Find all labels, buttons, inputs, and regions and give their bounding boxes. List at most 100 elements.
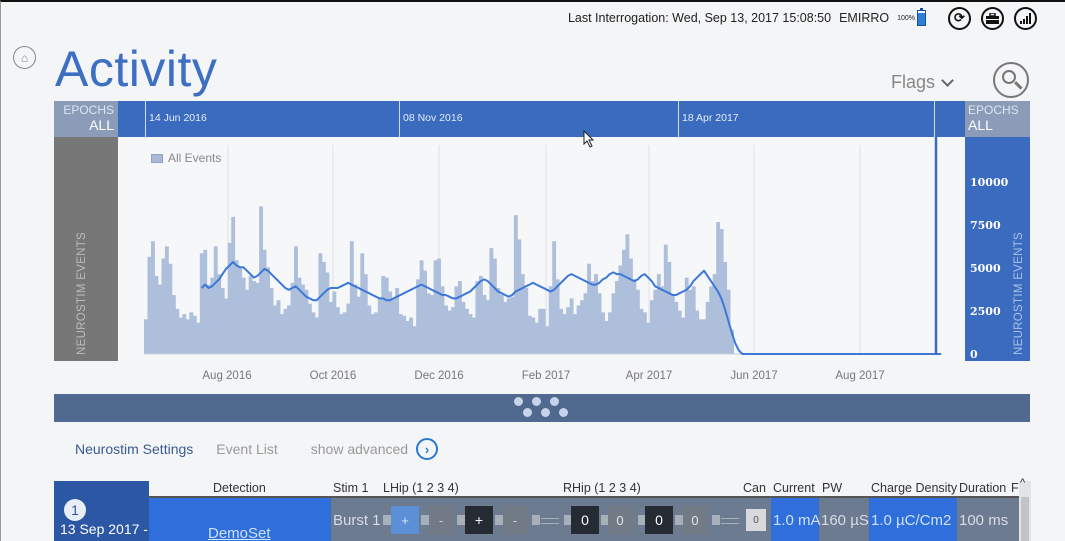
event-bar [716, 222, 721, 354]
column-header-lhip: LHip (1 2 3 4) [383, 481, 459, 495]
epochs-all-right-button[interactable]: EPOCHS ALL [965, 101, 1030, 137]
grip-dot [514, 397, 523, 406]
scrollbar-thumb[interactable] [1021, 497, 1029, 541]
event-bar [489, 248, 494, 354]
epochs-all-left-button[interactable]: EPOCHS ALL [54, 101, 118, 137]
event-bar [321, 261, 326, 354]
event-bar [621, 249, 626, 354]
event-bar [430, 294, 434, 354]
event-bar [255, 282, 260, 354]
column-header-charge-density: Charge Density [871, 481, 958, 495]
signal-icon[interactable] [1014, 6, 1037, 30]
last-interrogation: Last Interrogation: Wed, Sep 13, 2017 15… [567, 11, 832, 25]
rhip-contact-1[interactable]: 0 [571, 506, 599, 534]
contact-separator [421, 515, 429, 525]
rhip-slider[interactable] [712, 515, 740, 525]
right-y-axis-label: NEUROSTIM EVENTS [1013, 231, 1025, 355]
show-advanced-label: show advanced [310, 441, 409, 457]
tab-neurostim-settings[interactable]: Neurostim Settings [75, 441, 193, 457]
event-bar [144, 319, 148, 354]
event-bar [171, 294, 176, 354]
event-bar [663, 244, 668, 354]
battery-icon [917, 8, 926, 26]
event-bar [409, 317, 414, 354]
event-bar [639, 308, 644, 354]
flags-dropdown[interactable]: Flags [891, 72, 954, 93]
epoch-segment[interactable]: 08 Nov 2016 [399, 101, 678, 137]
event-bar [363, 274, 368, 354]
toolbox-glyph [986, 12, 999, 24]
event-bar [217, 274, 222, 354]
event-bar [559, 308, 564, 354]
event-bar [433, 260, 438, 354]
can-value[interactable]: 0 [746, 509, 766, 531]
event-bar [552, 241, 557, 354]
epoch-segment[interactable]: 18 Apr 2017 [678, 101, 934, 137]
status-bar: Last Interrogation: Wed, Sep 13, 2017 15… [568, 6, 1037, 30]
activity-chart[interactable] [118, 137, 965, 361]
event-bar [447, 310, 452, 354]
event-bar [653, 289, 658, 354]
sync-icon[interactable]: ⟳ [948, 6, 971, 30]
x-tick-label: Apr 2017 [625, 370, 673, 382]
event-bar [325, 272, 330, 354]
column-header-detection: Detection [213, 481, 266, 495]
event-bar [182, 314, 187, 354]
event-bar [318, 253, 323, 354]
event-bar [695, 310, 700, 354]
show-advanced-toggle[interactable]: show advanced › [310, 438, 439, 460]
event-bar [273, 305, 277, 354]
lhip-contact-2[interactable]: - [429, 506, 453, 534]
program-row-header[interactable]: 1 13 Sep 2017 - [54, 481, 149, 541]
lhip-contact-1[interactable]: + [391, 506, 419, 534]
legend-label: All Events [168, 151, 222, 165]
search-button[interactable] [993, 62, 1029, 98]
current-value: 1.0 mA [773, 512, 821, 529]
event-bar [492, 258, 497, 354]
event-bar [475, 281, 480, 354]
event-bar [412, 326, 417, 354]
event-bar [283, 308, 288, 354]
event-bar [611, 293, 616, 354]
table-scrollbar[interactable]: ^ [1019, 477, 1031, 541]
event-bar [569, 298, 574, 354]
lhip-slider[interactable] [532, 515, 560, 525]
event-bar [646, 322, 651, 354]
chart-legend[interactable]: All Events [151, 151, 221, 165]
rhip-contact-3[interactable]: 0 [645, 506, 673, 534]
lhip-contact-3[interactable]: + [465, 506, 493, 534]
event-bar [311, 312, 316, 354]
chevron-right-icon[interactable]: › [416, 438, 439, 460]
event-bar [632, 279, 637, 354]
event-bar [192, 315, 197, 354]
tab-event-list[interactable]: Event List [216, 441, 277, 457]
event-bar [625, 234, 630, 354]
lhip-contact-4[interactable]: - [503, 506, 527, 534]
event-bar [339, 314, 344, 354]
scroll-up-icon[interactable]: ^ [1020, 477, 1025, 489]
toolbox-icon[interactable] [981, 6, 1004, 30]
column-header-can: Can [743, 481, 766, 495]
epoch-segment[interactable]: 14 Jun 2016 [145, 101, 399, 137]
column-header-current: Current [773, 481, 815, 495]
event-bar [213, 246, 218, 354]
event-bar [524, 288, 529, 354]
epoch-segment[interactable] [934, 101, 965, 137]
event-bar [594, 274, 598, 354]
event-bar [583, 293, 588, 354]
column-header-pw: PW [822, 481, 843, 495]
event-bar [377, 298, 382, 354]
panel-splitter-handle[interactable] [54, 394, 1030, 422]
event-bar [384, 277, 389, 354]
event-bar [482, 294, 487, 354]
contact-separator [457, 515, 465, 525]
rhip-contact-2[interactable]: 0 [608, 506, 632, 534]
y-tick-label: 10000 [970, 176, 1009, 189]
event-bar [562, 314, 567, 354]
event-bar [227, 242, 232, 354]
detection-link[interactable]: DemoSet [208, 525, 271, 541]
event-bar [635, 289, 640, 354]
event-bar [458, 281, 462, 354]
rhip-contact-4[interactable]: 0 [683, 506, 707, 534]
home-icon[interactable]: ⌂ [13, 46, 36, 69]
